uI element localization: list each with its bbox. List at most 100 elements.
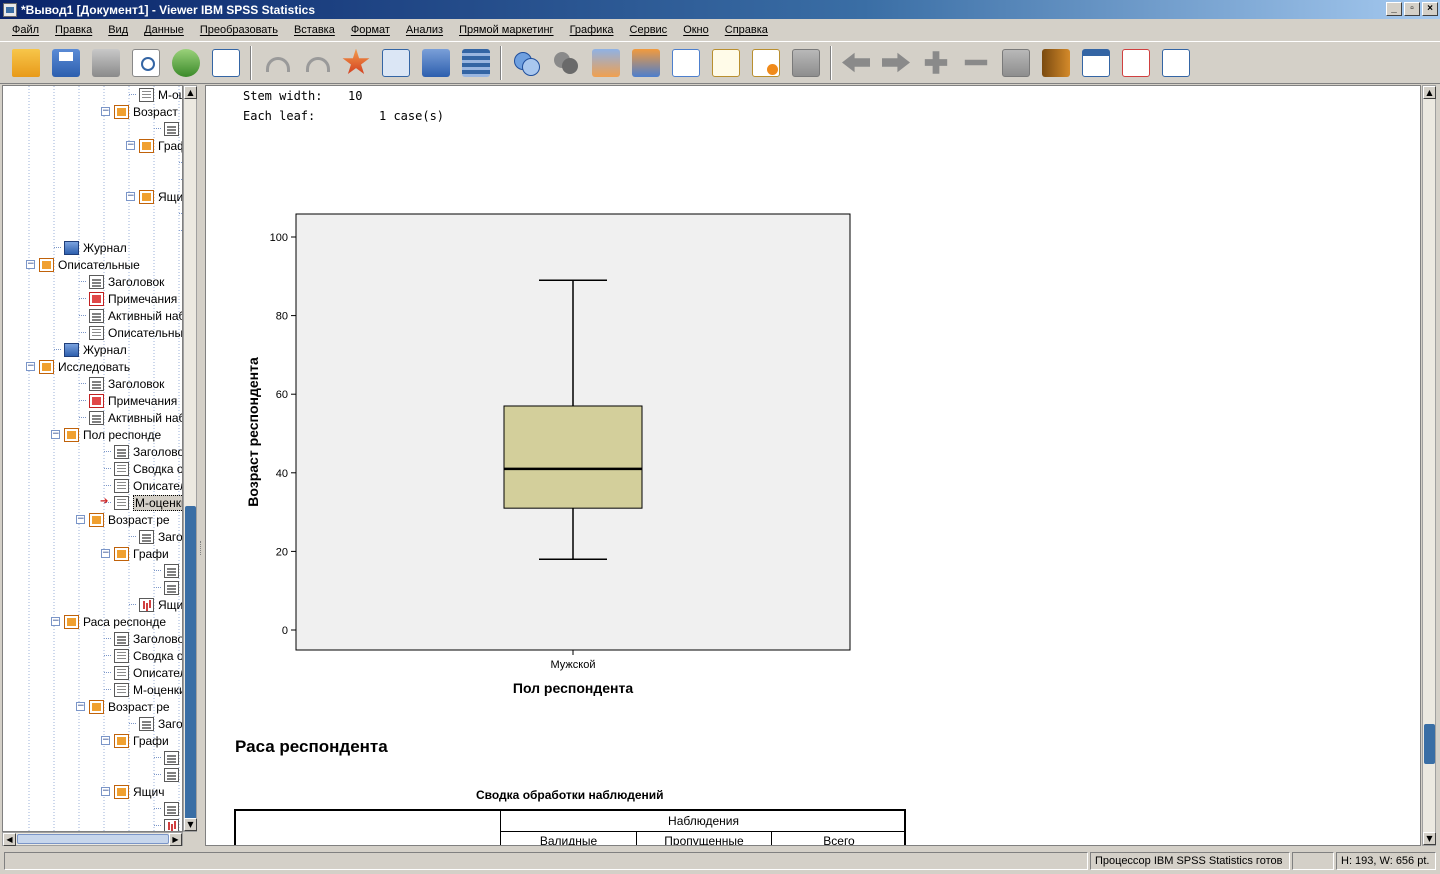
tree-node[interactable]: Примечания [89, 392, 177, 409]
tree-node[interactable]: М-оценки [114, 494, 182, 511]
close-button[interactable]: × [1422, 2, 1438, 16]
tree-node[interactable]: Заголовок [114, 630, 182, 647]
outline-pane[interactable]: М-оценки−Возраст реЗагол−ГрафиЗга−ЯщичЗЯ… [2, 85, 183, 832]
output-content-pane[interactable]: Stem width: 10 Each leaf: 1 case(s) 0 20 4… [205, 85, 1421, 846]
outline-hscroll-thumb[interactable] [17, 834, 169, 844]
book-button[interactable] [1036, 44, 1076, 82]
tree-node[interactable]: З [164, 749, 182, 766]
tree-node[interactable]: га [164, 766, 182, 783]
collapse-toggle-icon[interactable]: − [126, 192, 135, 201]
insert-variable-button[interactable] [416, 44, 456, 82]
syntax-button[interactable] [706, 44, 746, 82]
collapse-toggle-icon[interactable]: − [26, 260, 35, 269]
content-vertical-scrollbar[interactable]: ▲ ▼ [1422, 85, 1436, 846]
goto-data-button[interactable] [206, 44, 246, 82]
tree-node[interactable]: − Возраст ре [76, 698, 170, 715]
chart-editor-button[interactable] [666, 44, 706, 82]
tree-node[interactable]: Загол [164, 120, 182, 137]
tree-node[interactable]: − Возраст ре [101, 103, 182, 120]
use-sets-button[interactable] [506, 44, 546, 82]
tree-node[interactable]: Описатель [114, 664, 182, 681]
menu-help[interactable]: Справка [717, 24, 776, 36]
scroll-right-arrow-icon[interactable]: ▶ [169, 833, 182, 846]
collapse-toggle-icon[interactable]: − [126, 141, 135, 150]
tree-node[interactable]: − Исследовать [26, 358, 130, 375]
hide-button[interactable] [996, 44, 1036, 82]
tree-node[interactable]: − Ящич [101, 783, 165, 800]
collapse-toggle-icon[interactable]: − [76, 702, 85, 711]
dialog-recall-button[interactable] [376, 44, 416, 82]
scroll-up-arrow-icon[interactable]: ▲ [184, 86, 197, 99]
menu-insert[interactable]: Вставка [286, 24, 343, 36]
back-button[interactable] [836, 44, 876, 82]
collapse-button[interactable] [956, 44, 996, 82]
menu-view[interactable]: Вид [100, 24, 136, 36]
print-button[interactable] [86, 44, 126, 82]
tree-node[interactable]: Активный набо [89, 409, 182, 426]
tree-node[interactable]: s [164, 579, 182, 596]
tree-node[interactable]: − Раса респонде [51, 613, 166, 630]
collapse-toggle-icon[interactable]: − [51, 430, 60, 439]
open-button[interactable] [6, 44, 46, 82]
menu-transform[interactable]: Преобразовать [192, 24, 286, 36]
tree-node[interactable]: Примечания [89, 290, 177, 307]
app-icon[interactable] [3, 2, 17, 17]
tree-node[interactable]: Загол [139, 528, 182, 545]
outline-scroll-thumb[interactable] [185, 506, 196, 828]
scroll-left-arrow-icon[interactable]: ◀ [3, 833, 16, 846]
tree-node[interactable]: − Пол респонде [51, 426, 161, 443]
splitter-grip[interactable] [200, 541, 202, 555]
tree-node[interactable]: − Графи [101, 732, 169, 749]
tree-node[interactable]: Сводка об [114, 647, 182, 664]
undo-button[interactable] [256, 44, 296, 82]
collapse-toggle-icon[interactable]: − [26, 362, 35, 371]
collapse-toggle-icon[interactable]: − [51, 617, 60, 626]
outline-vertical-scrollbar[interactable]: ▲ ▼ [183, 85, 197, 832]
tree-node[interactable]: − Графи [101, 545, 169, 562]
outline-horizontal-scrollbar[interactable]: ◀ ▶ [2, 832, 183, 846]
menu-window[interactable]: Окно [675, 24, 717, 36]
tree-node[interactable]: З [164, 562, 182, 579]
variables-button[interactable] [456, 44, 496, 82]
collapse-toggle-icon[interactable]: − [101, 107, 110, 116]
pane-splitter[interactable] [198, 85, 204, 846]
minimize-button[interactable]: _ [1386, 2, 1402, 16]
tree-node[interactable]: Загол [139, 715, 182, 732]
tree-node[interactable]: − Описательные [26, 256, 140, 273]
disabled-button[interactable] [786, 44, 826, 82]
insert-text-button[interactable] [1156, 44, 1196, 82]
content-scroll-thumb[interactable] [1424, 724, 1435, 764]
menu-format[interactable]: Формат [343, 24, 398, 36]
section-heading[interactable]: Раса респондента [235, 737, 388, 757]
menu-direct-marketing[interactable]: Прямой маркетинг [451, 24, 562, 36]
menu-graphs[interactable]: Графика [562, 24, 622, 36]
menu-edit[interactable]: Правка [47, 24, 100, 36]
menu-analyze[interactable]: Анализ [398, 24, 451, 36]
insert-heading-button[interactable] [1076, 44, 1116, 82]
tree-node[interactable]: Описательные [89, 324, 182, 341]
tree-node[interactable]: Заголовок [89, 273, 164, 290]
save-button[interactable] [46, 44, 86, 82]
forward-button[interactable] [876, 44, 916, 82]
menu-utilities[interactable]: Сервис [622, 24, 676, 36]
run-script-button[interactable] [746, 44, 786, 82]
tree-node[interactable]: Я [164, 817, 182, 831]
tree-node[interactable]: М-оценки [139, 86, 182, 103]
tree-node[interactable]: З [164, 800, 182, 817]
tree-node[interactable]: Описатель [114, 477, 182, 494]
collapse-toggle-icon[interactable]: − [76, 515, 85, 524]
case-summary-table[interactable]: Наблюдения Валидные Пропущенные Всего [234, 809, 906, 845]
tree-node[interactable]: Ящич [139, 596, 182, 613]
tree-node[interactable]: Заголовок [114, 443, 182, 460]
tree-node[interactable]: − Возраст ре [76, 511, 170, 528]
show-all-button[interactable] [546, 44, 586, 82]
tree-node[interactable]: Журнал [64, 239, 127, 256]
tree-node[interactable]: − Ящич [126, 188, 182, 205]
tree-node[interactable]: − Графи [126, 137, 182, 154]
split-file-button[interactable] [586, 44, 626, 82]
scroll-up-arrow-icon[interactable]: ▲ [1423, 86, 1436, 99]
menu-file[interactable]: Файл [4, 24, 47, 36]
tree-node[interactable]: Сводка об [114, 460, 182, 477]
redo-button[interactable] [296, 44, 336, 82]
collapse-toggle-icon[interactable]: − [101, 787, 110, 796]
